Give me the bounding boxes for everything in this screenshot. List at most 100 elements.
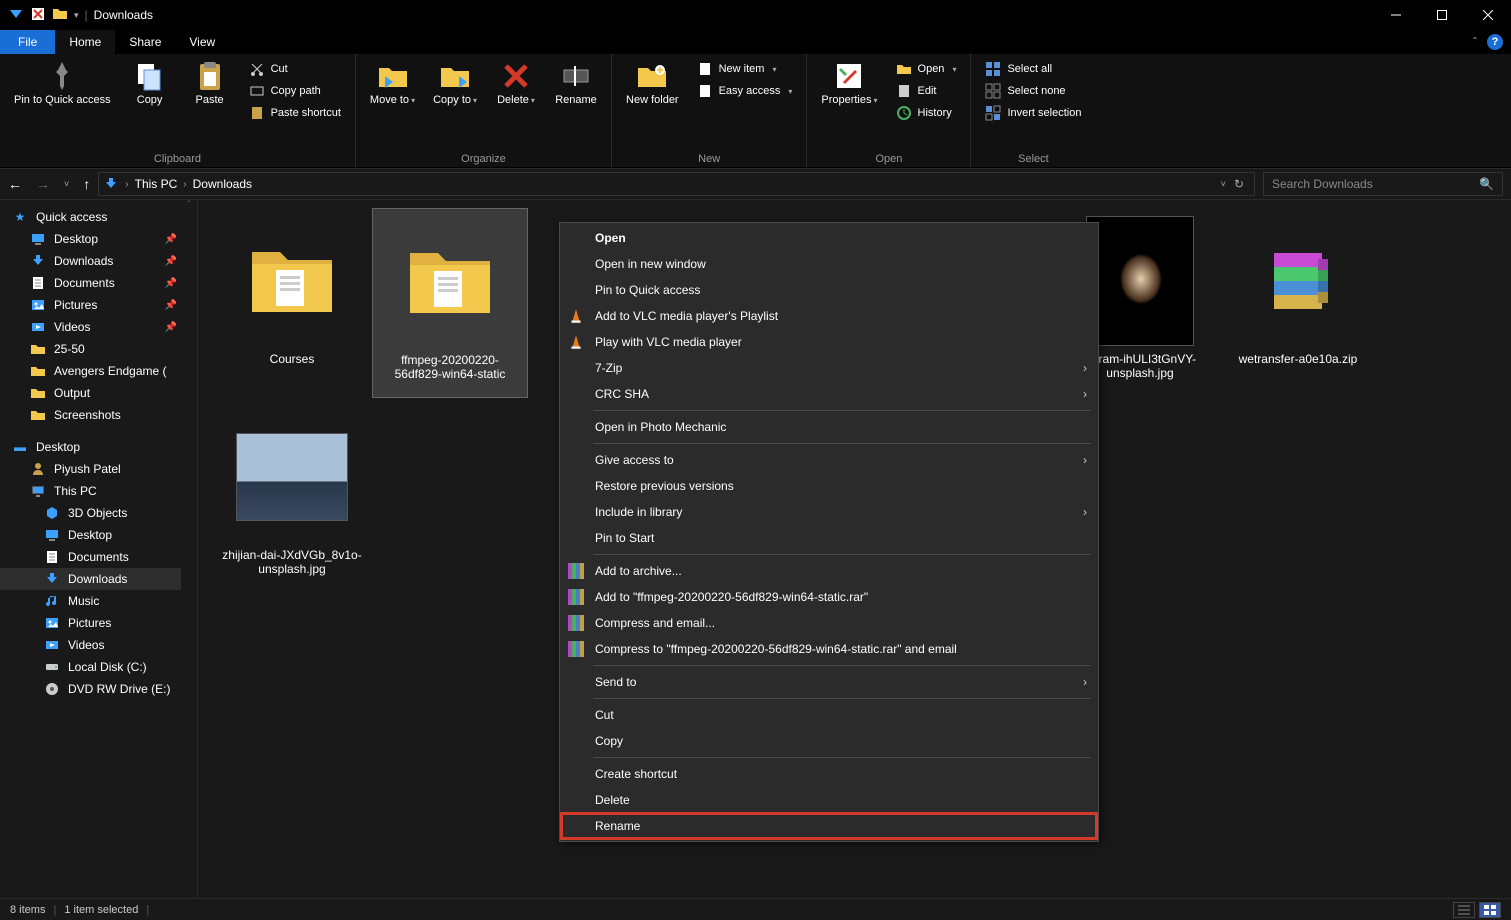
thumbnails-view-button[interactable] [1479,902,1501,918]
qat-dropdown-icon[interactable]: ▾ [74,10,79,21]
sidebar-quick-access[interactable]: ★ Quick access [0,206,197,228]
sidebar-desktop-root[interactable]: ▬ Desktop [0,436,197,458]
sidebar-item-documents[interactable]: Documents📌 [0,272,197,294]
ctx-vlc-playlist[interactable]: Add to VLC media player's Playlist [561,303,1097,329]
move-to-button[interactable]: Move to▾ [366,58,419,109]
forward-button[interactable]: → [36,176,50,192]
delete-button[interactable]: Delete▾ [491,58,541,109]
pin-to-quick-access-button[interactable]: Pin to Quick access [10,58,115,109]
tab-share[interactable]: Share [115,30,175,54]
sidebar-scrollbar[interactable]: ˆ [181,200,197,898]
copy-button[interactable]: Copy [125,58,175,109]
breadcrumb-item[interactable]: Downloads [193,177,252,191]
sidebar-item-downloads[interactable]: Downloads [0,568,197,590]
sidebar-item-avengers-endgame-[interactable]: Avengers Endgame ( [0,360,197,382]
history-button[interactable]: History [892,104,961,122]
properties-button[interactable]: Properties▾ [817,58,881,109]
ctx-create-shortcut[interactable]: Create shortcut [561,761,1097,787]
ctx-pin-start[interactable]: Pin to Start [561,525,1097,551]
ctx-compress-rar-email[interactable]: Compress to "ffmpeg-20200220-56df829-win… [561,636,1097,662]
sidebar-item-pictures[interactable]: Pictures [0,612,197,634]
ctx-open-new-window[interactable]: Open in new window [561,251,1097,277]
status-item-count: 8 items [10,904,45,916]
select-none-button[interactable]: Select none [981,82,1085,100]
maximize-button[interactable] [1419,0,1465,30]
ctx-copy[interactable]: Copy [561,728,1097,754]
help-icon[interactable]: ? [1487,34,1503,50]
new-item-button[interactable]: New item▾ [693,60,797,78]
refresh-button[interactable]: ↻ [1234,177,1244,191]
ctx-photo-mechanic[interactable]: Open in Photo Mechanic [561,414,1097,440]
ctx-compress-email[interactable]: Compress and email... [561,610,1097,636]
ctx-delete[interactable]: Delete [561,787,1097,813]
sidebar-item-local-disk-c-[interactable]: Local Disk (C:) [0,656,197,678]
file-item[interactable]: wetransfer-a0e10a.zip [1220,208,1376,398]
paste-shortcut-button[interactable]: Paste shortcut [245,104,345,122]
ctx-cut[interactable]: Cut [561,702,1097,728]
sidebar-item-piyush-patel[interactable]: Piyush Patel [0,458,197,480]
sidebar-item-pictures[interactable]: Pictures📌 [0,294,197,316]
ctx-rename[interactable]: Rename [561,813,1097,839]
sidebar-item-25-50[interactable]: 25-50 [0,338,197,360]
ctx-open[interactable]: Open [561,225,1097,251]
sidebar-item-downloads[interactable]: Downloads📌 [0,250,197,272]
sidebar-item-output[interactable]: Output [0,382,197,404]
easy-access-button[interactable]: Easy access▾ [693,82,797,100]
breadcrumb[interactable]: › This PC › Downloads ˅ ↻ [98,172,1255,196]
sidebar-item-desktop[interactable]: Desktop [0,524,197,546]
file-menu[interactable]: File [0,30,55,54]
window-controls [1373,0,1511,30]
down-arrow-icon[interactable] [8,6,24,25]
open-button[interactable]: Open▾ [892,60,961,78]
edit-button[interactable]: Edit [892,82,961,100]
sidebar-item-desktop[interactable]: Desktop📌 [0,228,197,250]
back-button[interactable]: ← [8,176,22,192]
ctx-restore-versions[interactable]: Restore previous versions [561,473,1097,499]
chevron-right-icon[interactable]: › [125,179,128,190]
ctx-give-access[interactable]: Give access to› [561,447,1097,473]
cut-button[interactable]: Cut [245,60,345,78]
sidebar-item-documents[interactable]: Documents [0,546,197,568]
paste-button[interactable]: Paste [185,58,235,109]
copy-to-button[interactable]: Copy to▾ [429,58,481,109]
recent-dropdown[interactable]: ˅ [64,179,69,189]
ctx-add-archive[interactable]: Add to archive... [561,558,1097,584]
sidebar-item-this-pc[interactable]: This PC [0,480,197,502]
details-view-button[interactable] [1453,902,1475,918]
new-folder-button[interactable]: New folder [622,58,683,109]
sidebar-item-videos[interactable]: Videos [0,634,197,656]
file-item[interactable]: Courses [214,208,370,398]
rename-button[interactable]: Rename [551,58,601,109]
sidebar-item-3d-objects[interactable]: 3D Objects [0,502,197,524]
close-button[interactable] [1465,0,1511,30]
sidebar-item-music[interactable]: Music [0,590,197,612]
ctx-add-rar[interactable]: Add to "ffmpeg-20200220-56df829-win64-st… [561,584,1097,610]
file-item[interactable]: ffmpeg-20200220-56df829-win64-static [372,208,528,398]
sidebar-item-dvd-rw-drive-e-[interactable]: DVD RW Drive (E:) [0,678,197,700]
ctx-send-to[interactable]: Send to› [561,669,1097,695]
sidebar-item-screenshots[interactable]: Screenshots [0,404,197,426]
open-icon [896,61,912,77]
minimize-button[interactable] [1373,0,1419,30]
chevron-right-icon[interactable]: › [183,179,186,190]
collapse-ribbon-icon[interactable]: ˆ [1473,35,1477,49]
ctx-crc-sha[interactable]: CRC SHA› [561,381,1097,407]
paste-shortcut-icon [249,105,265,121]
ctx-vlc-play[interactable]: Play with VLC media player [561,329,1097,355]
sidebar-item-videos[interactable]: Videos📌 [0,316,197,338]
ctx-include-library[interactable]: Include in library› [561,499,1097,525]
folder-icon[interactable] [52,6,68,25]
breadcrumb-item[interactable]: This PC [135,177,178,191]
properties-icon[interactable] [30,6,46,25]
invert-selection-button[interactable]: Invert selection [981,104,1085,122]
up-button[interactable]: ↑ [83,176,90,192]
breadcrumb-dropdown-icon[interactable]: ˅ [1221,179,1226,189]
tab-home[interactable]: Home [55,30,115,54]
file-item[interactable]: zhijian-dai-JXdVGb_8v1o-unsplash.jpg [214,404,370,594]
copy-path-button[interactable]: Copy path [245,82,345,100]
ctx-7zip[interactable]: 7-Zip› [561,355,1097,381]
search-input[interactable]: Search Downloads 🔍 [1263,172,1503,196]
tab-view[interactable]: View [175,30,229,54]
select-all-button[interactable]: Select all [981,60,1085,78]
ctx-pin-quick-access[interactable]: Pin to Quick access [561,277,1097,303]
